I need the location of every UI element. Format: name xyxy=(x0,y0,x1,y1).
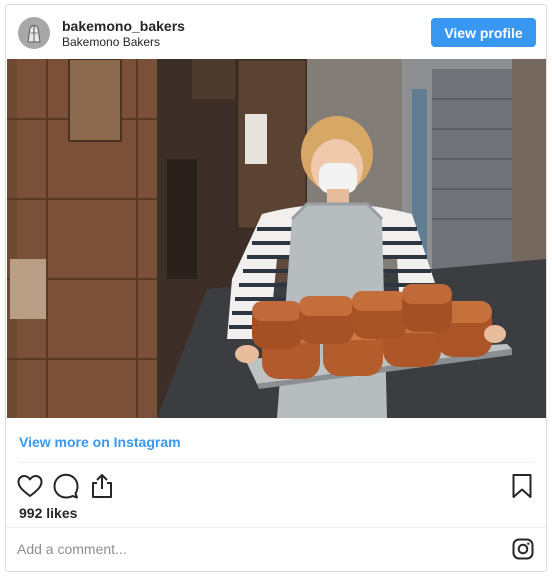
instagram-logo-icon[interactable] xyxy=(512,538,534,560)
divider xyxy=(6,527,546,528)
bookmark-icon[interactable] xyxy=(508,472,536,500)
view-profile-button[interactable]: View profile xyxy=(431,18,536,47)
avatar[interactable] xyxy=(18,17,50,49)
instagram-embed-card: bakemono_bakers Bakemono Bakers View pro… xyxy=(5,4,547,572)
comment-input[interactable] xyxy=(17,535,487,563)
post-header: bakemono_bakers Bakemono Bakers View pro… xyxy=(6,5,546,59)
view-more-link[interactable]: View more on Instagram xyxy=(19,434,181,450)
likes-count[interactable]: 992 likes xyxy=(19,505,77,521)
share-icon[interactable] xyxy=(88,472,116,500)
divider xyxy=(19,462,534,463)
action-bar xyxy=(6,468,546,504)
post-photo[interactable] xyxy=(7,59,546,418)
username[interactable]: bakemono_bakers xyxy=(62,18,185,34)
full-name: Bakemono Bakers xyxy=(62,35,161,49)
speech-bubble-icon[interactable] xyxy=(52,472,80,500)
heart-icon[interactable] xyxy=(16,472,44,500)
bakemono-logo-icon xyxy=(18,17,50,49)
